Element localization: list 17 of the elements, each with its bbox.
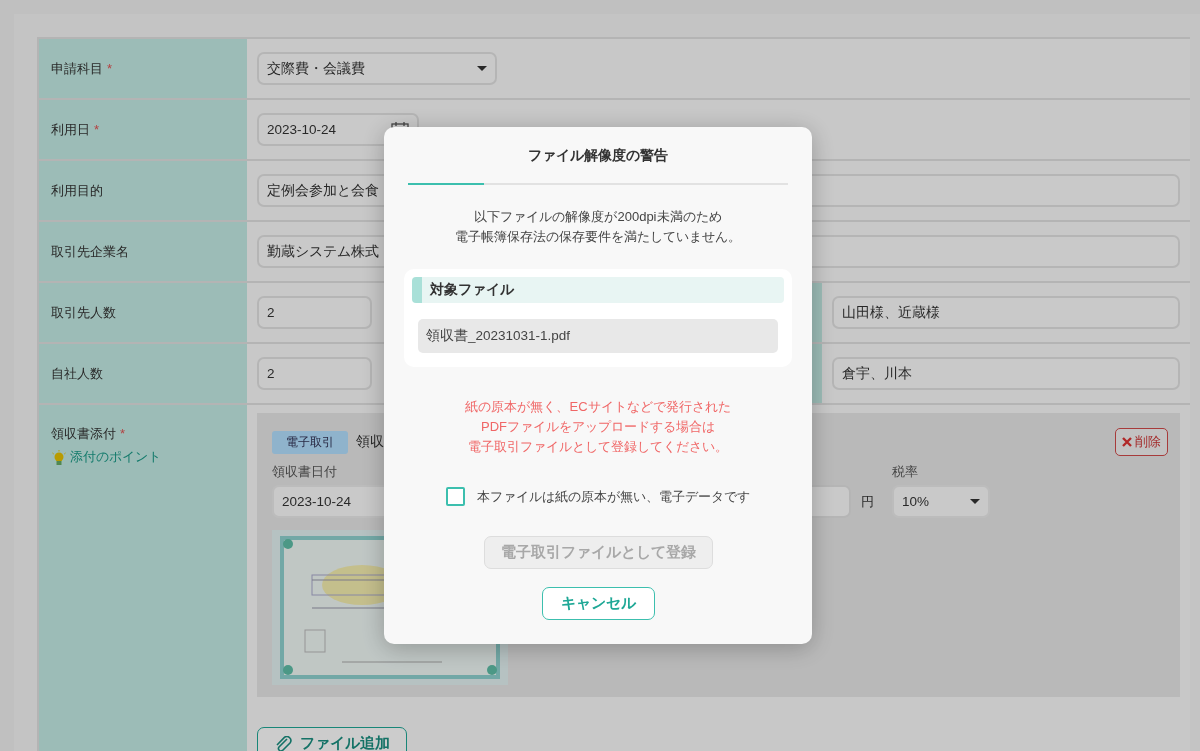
notice-text: 紙の原本が無く、ECサイトなどで発行された PDFファイルをアップロードする場合は 電子取引ファイルとして登録してください。 xyxy=(465,398,731,456)
field-label: 取引先人数 xyxy=(51,303,116,322)
tax-label: 税率 xyxy=(892,464,919,481)
date-label: 領収書日付 xyxy=(272,464,338,481)
type-tag: 電子取引 xyxy=(272,430,348,454)
field-label: 利用日 * xyxy=(51,120,100,139)
currency-label: 円 xyxy=(861,493,874,511)
warning-message: 以下ファイルの解像度が200dpi未満のため 電子帳簿保存法の保存要件を満たしていません。 xyxy=(455,208,741,246)
field-label: 申請科目 * xyxy=(51,59,113,78)
dialog-title: ファイル解像度の警告 xyxy=(528,147,668,165)
field-label: 領収書添付 * xyxy=(51,425,126,443)
field-label: 取引先企業名 xyxy=(51,242,129,261)
receipt-title: 領収 xyxy=(356,433,384,451)
file-name: 領収書_20231031-1.pdf xyxy=(418,319,778,353)
section-heading: 対象ファイル xyxy=(412,277,784,303)
field-label: 自社人数 xyxy=(51,364,103,383)
field-label: 利用目的 xyxy=(51,181,103,200)
